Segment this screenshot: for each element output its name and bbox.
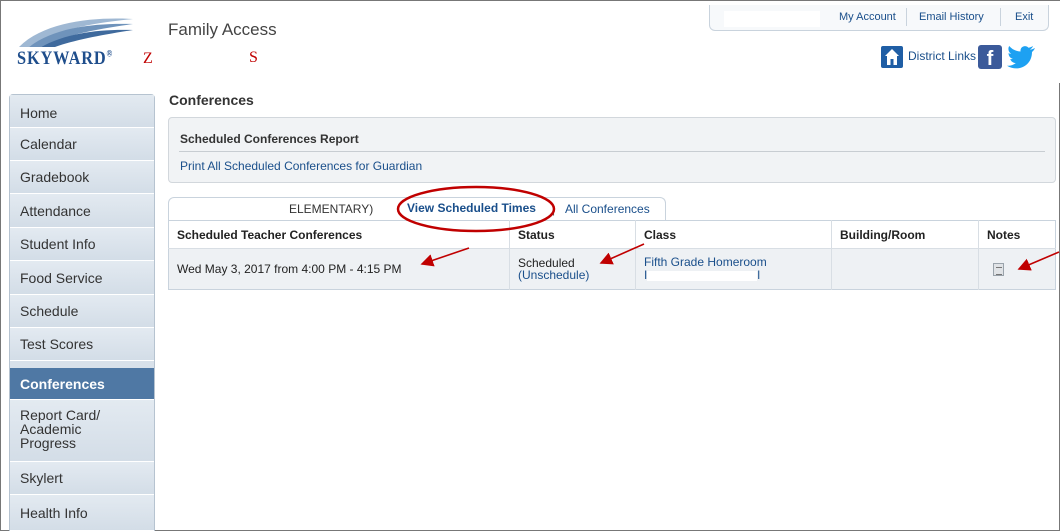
report-panel: Scheduled Conferences Report Print All S… [168,117,1056,183]
status-cell: Scheduled (Unschedule) [509,248,636,290]
column-header-notes: Notes [978,220,1056,249]
conferences-table: Scheduled Teacher Conferences Status Cla… [168,220,1056,290]
top-links-bar: My Account Email History Exit [709,5,1049,31]
notes-cell [978,248,1056,290]
unschedule-link[interactable]: (Unschedule) [518,269,635,281]
sidebar-item-schedule[interactable]: Schedule [10,295,154,328]
district-links-label: District Links [908,49,977,63]
notes-icon[interactable] [993,263,1004,276]
sidebar-item-skylert[interactable]: Skylert [10,462,154,495]
sidebar-item-student-info[interactable]: Student Info [10,228,154,261]
sidebar-item-report-card[interactable]: Report Card/ Academic Progress [10,400,154,462]
my-account-link[interactable]: My Account [839,11,896,23]
divider [179,151,1045,152]
print-conferences-link[interactable]: Print All Scheduled Conferences for Guar… [180,159,422,173]
logo-text: SKYWARD® [17,48,114,69]
class-cell: Fifth Grade Homeroom Il [635,248,832,290]
table-row: Wed May 3, 2017 from 4:00 PM - 4:15 PM S… [168,248,1056,290]
building-room-cell [831,248,979,290]
sidebar-nav: Home Calendar Gradebook Attendance Stude… [9,94,155,531]
skyward-logo: SKYWARD® [15,15,137,71]
conference-time: Wed May 3, 2017 from 4:00 PM - 4:15 PM [168,248,510,290]
header: SKYWARD® Family Access Z S My Account Em… [1,1,1060,83]
facebook-icon[interactable]: f [978,45,1002,69]
sidebar-item-health-info[interactable]: Health Info [10,495,154,531]
report-title: Scheduled Conferences Report [180,132,359,146]
twitter-icon[interactable] [1007,45,1037,69]
sidebar-item-home[interactable]: Home [10,95,154,128]
page-title: Conferences [169,92,254,108]
building-icon [881,46,903,68]
column-header-class: Class [635,220,832,249]
student-name-initial: Z [143,50,153,67]
sidebar-item-test-scores[interactable]: Test Scores [10,328,154,361]
exit-link[interactable]: Exit [1015,11,1033,23]
sidebar-item-food-service[interactable]: Food Service [10,261,154,295]
divider [1000,8,1001,26]
column-header-building-room: Building/Room [831,220,979,249]
student-name-initial: S [249,49,258,66]
column-header-status: Status [509,220,636,249]
tab-all-conferences[interactable]: All Conferences [565,202,650,216]
app-title: Family Access [168,20,277,39]
redacted-field [177,202,287,215]
tab-separator: | [552,202,556,216]
table-header-row: Scheduled Teacher Conferences Status Cla… [168,220,1056,249]
logo-swoosh-icon [19,18,133,47]
column-header-conferences: Scheduled Teacher Conferences [168,220,510,249]
email-history-link[interactable]: Email History [919,11,984,23]
tab-view-scheduled-times[interactable]: View Scheduled Times [407,201,536,215]
tab-strip: ELEMENTARY) View Scheduled Times | All C… [168,197,666,220]
class-link[interactable]: Fifth Grade Homeroom [644,256,831,269]
sidebar-item-conferences[interactable]: Conferences [10,368,154,400]
redacted-field [647,270,758,281]
sidebar-item-calendar[interactable]: Calendar [10,128,154,161]
sidebar-item-gradebook[interactable]: Gradebook [10,161,154,194]
school-label: ELEMENTARY) [289,202,374,216]
sidebar-item-attendance[interactable]: Attendance [10,194,154,228]
redacted-field [724,11,820,27]
teacher-link[interactable]: Il [644,269,831,282]
divider [906,8,907,26]
